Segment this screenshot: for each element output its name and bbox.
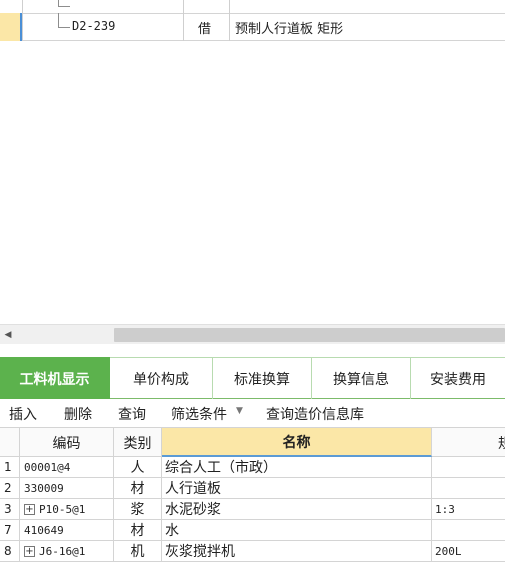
cell-code-text: 330009 xyxy=(24,481,64,495)
table-row[interactable]: 1 00001@4 人 综合人工（市政） xyxy=(0,457,505,478)
tab-conversion-info[interactable]: 换算信息 xyxy=(312,357,411,399)
table-row[interactable]: 3 + P10-5@1 浆 水泥砂浆 1:3 xyxy=(0,499,505,520)
tab-labor-material-machine[interactable]: 工料机显示 xyxy=(0,357,110,399)
cell-spec[interactable]: 200L xyxy=(432,541,505,561)
cell-code[interactable]: + P10-5@1 xyxy=(20,499,114,519)
filter-conditions-dropdown[interactable]: 筛选条件 xyxy=(171,404,227,424)
cell-code-text: J6-16@1 xyxy=(39,544,86,558)
detail-toolbar: 插入 删除 查询 筛选条件 ▼ 查询造价信息库 xyxy=(0,400,505,426)
detail-tab-bar: 工料机显示 单价构成 标准换算 换算信息 安装费用 xyxy=(0,357,505,399)
cell-code-text: P10-5@1 xyxy=(39,502,86,516)
cell-name[interactable]: 灰浆搅拌机 xyxy=(162,541,432,561)
tree-row-selected[interactable]: D2-239 借 预制人行道板 矩形 xyxy=(0,13,505,41)
horizontal-scrollbar[interactable]: ◀ xyxy=(0,324,505,344)
column-header-name[interactable]: 名称 xyxy=(162,428,432,457)
cell-code-text: 410649 xyxy=(24,523,64,537)
tree-row-partial[interactable] xyxy=(0,0,505,14)
cell-name[interactable]: 人行道板 xyxy=(162,478,432,498)
cell-spec[interactable] xyxy=(432,520,505,540)
cell-code[interactable]: + J6-16@1 xyxy=(20,541,114,561)
cell-spec[interactable]: 1:3 xyxy=(432,499,505,519)
tree-branch-line xyxy=(58,27,70,28)
cell-code[interactable]: 00001@4 xyxy=(20,457,114,477)
cell-type[interactable]: 材 xyxy=(114,520,162,540)
expand-plus-icon[interactable]: + xyxy=(24,545,35,557)
cell-code-text: 00001@4 xyxy=(24,460,71,474)
tree-branch-line xyxy=(58,13,59,27)
tree-row-code: D2-239 xyxy=(72,19,116,33)
grid-header: 编码 类别 名称 规 xyxy=(0,427,505,457)
delete-button[interactable]: 删除 xyxy=(64,404,92,424)
row-number: 8 xyxy=(0,541,20,561)
query-price-info-button[interactable]: 查询造价信息库 xyxy=(266,404,364,424)
query-button[interactable]: 查询 xyxy=(118,404,146,424)
row-number: 1 xyxy=(0,457,20,477)
tab-unit-price-composition[interactable]: 单价构成 xyxy=(110,357,213,399)
cell-code[interactable]: 330009 xyxy=(20,478,114,498)
tree-row-name: 预制人行道板 矩形 xyxy=(235,22,344,37)
table-row[interactable]: 7 410649 材 水 xyxy=(0,520,505,541)
table-row[interactable]: 2 330009 材 人行道板 xyxy=(0,478,505,499)
column-header-code[interactable]: 编码 xyxy=(20,428,114,457)
scrollbar-thumb[interactable] xyxy=(114,328,505,342)
row-number: 2 xyxy=(0,478,20,498)
tab-standard-conversion[interactable]: 标准换算 xyxy=(213,357,312,399)
row-selection-marker xyxy=(0,13,22,41)
resource-grid: 编码 类别 名称 规 1 00001@4 人 综合人工（市政） 2 330009… xyxy=(0,427,505,581)
row-number: 7 xyxy=(0,520,20,540)
insert-button[interactable]: 插入 xyxy=(9,404,37,424)
column-header-spec[interactable]: 规 xyxy=(432,428,505,457)
cell-name[interactable]: 水 xyxy=(162,520,432,540)
cell-type[interactable]: 材 xyxy=(114,478,162,498)
column-header-type[interactable]: 类别 xyxy=(114,428,162,457)
cell-type[interactable]: 浆 xyxy=(114,499,162,519)
chevron-down-icon[interactable]: ▼ xyxy=(236,406,243,416)
cell-code[interactable]: 410649 xyxy=(20,520,114,540)
tab-installation-fee[interactable]: 安装费用 xyxy=(411,357,505,399)
cell-name[interactable]: 综合人工（市政） xyxy=(162,457,432,477)
sub-item-tree-grid: D2-239 借 预制人行道板 矩形 xyxy=(0,0,505,42)
cell-name[interactable]: 水泥砂浆 xyxy=(162,499,432,519)
row-number: 3 xyxy=(0,499,20,519)
scroll-left-arrow-icon[interactable]: ◀ xyxy=(0,325,16,345)
cell-spec[interactable] xyxy=(432,457,505,477)
row-number-header xyxy=(0,428,20,457)
cell-type[interactable]: 人 xyxy=(114,457,162,477)
expand-plus-icon[interactable]: + xyxy=(24,503,35,515)
cell-spec[interactable] xyxy=(432,478,505,498)
table-row[interactable]: 8 + J6-16@1 机 灰浆搅拌机 200L xyxy=(0,541,505,562)
tree-branch-line xyxy=(58,6,70,7)
tree-row-type: 借 xyxy=(198,22,212,37)
cell-type[interactable]: 机 xyxy=(114,541,162,561)
